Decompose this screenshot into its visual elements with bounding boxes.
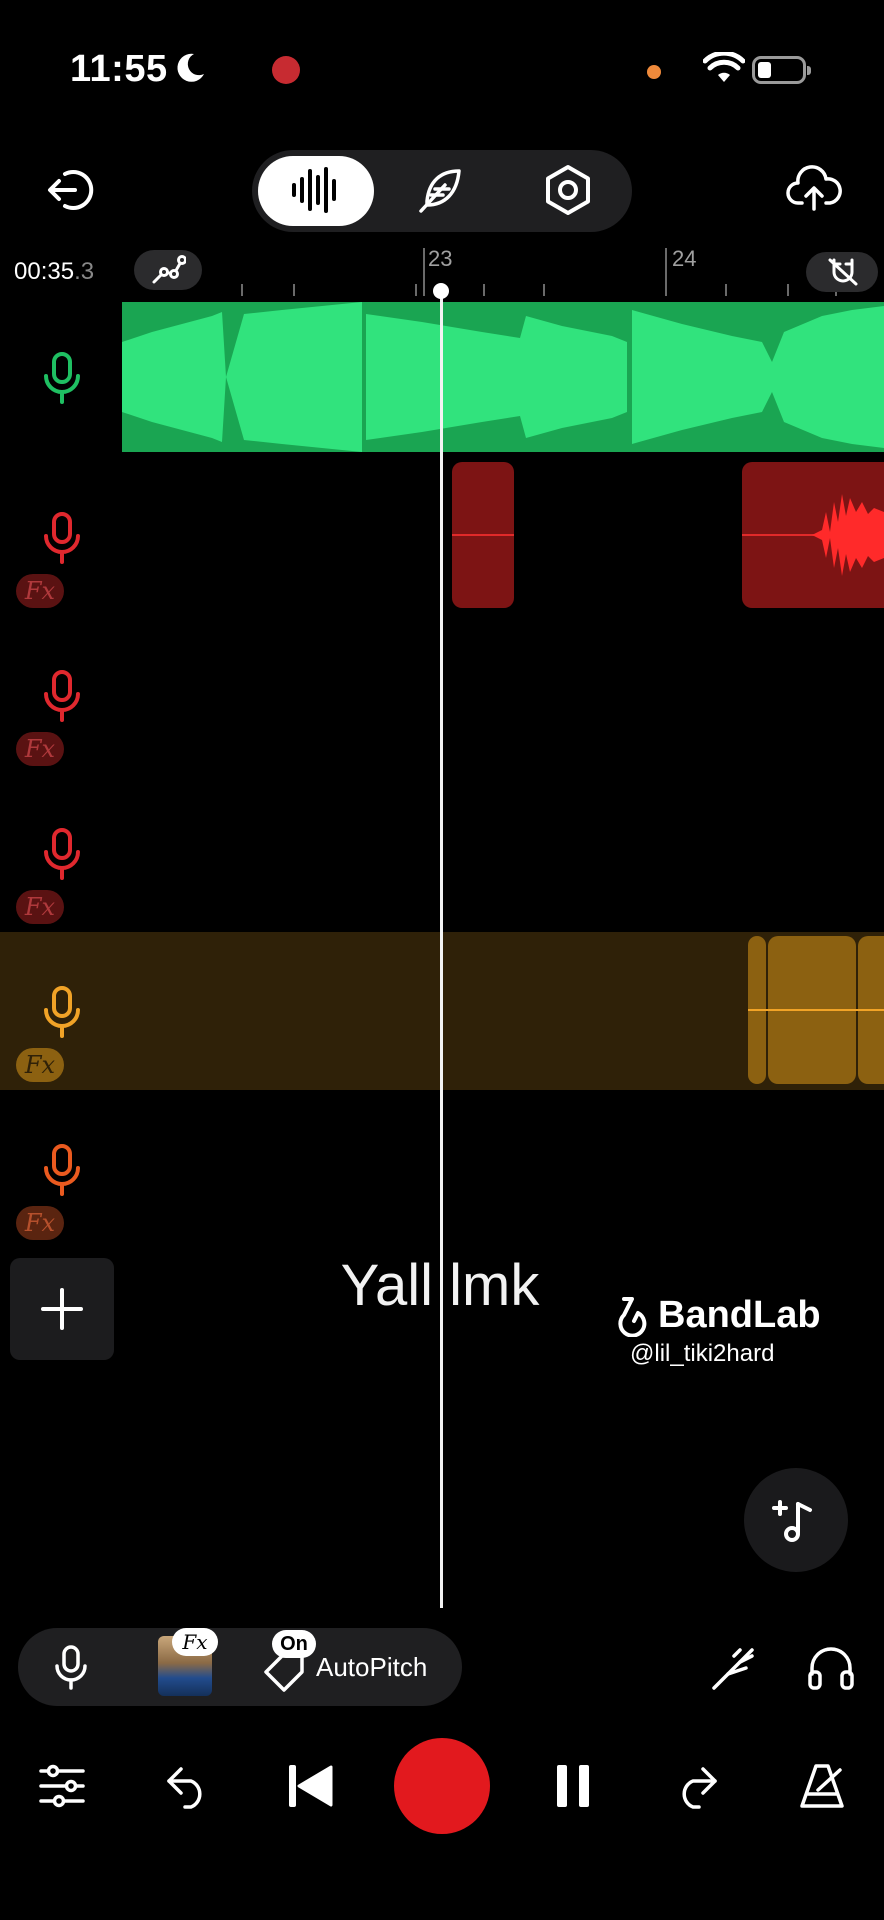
track-2-clip-2-waveform [812,494,884,576]
pause-button[interactable] [544,1756,604,1816]
track-1-waveform [122,302,884,452]
redo-button[interactable] [668,1756,728,1816]
track-6-fx-badge[interactable]: Fx [16,1206,64,1240]
undo-button[interactable] [156,1756,216,1816]
bandlab-wordmark: BandLab [658,1294,821,1336]
track-1-audio-clip[interactable] [122,302,884,452]
bar-number-24: 24 [672,246,697,271]
hexagon-settings-icon[interactable] [538,160,598,220]
pause-icon [557,1765,589,1807]
timecode-fraction: .3 [74,258,95,285]
autopitch-on-badge[interactable]: On [272,1630,316,1658]
track-6-mic-icon[interactable] [38,1142,86,1198]
playhead[interactable] [440,290,443,1608]
add-instrument-button[interactable] [744,1468,848,1572]
lyric-caption: Yall lmk [340,1253,540,1318]
autopitch-label[interactable]: AutoPitch [316,1652,427,1683]
timeline-ruler[interactable] [120,240,884,300]
track-2-audio-clip-2[interactable] [742,462,884,608]
tuning-fork-icon[interactable] [710,1644,758,1692]
track-5-fx-badge[interactable]: Fx [16,1048,64,1082]
track-4-fx-badge[interactable]: Fx [16,890,64,924]
track-4-mic-icon[interactable] [38,826,86,882]
mixer-button[interactable] [32,1756,92,1816]
magnet-off-icon [828,258,858,286]
track-2-audio-clip-1[interactable] [452,462,514,608]
track-2-clip-1-line [452,534,514,536]
track-1-mic-icon[interactable] [38,350,86,406]
bar-number-23: 23 [428,246,453,271]
mixer-icon [39,1764,85,1808]
track-3-mic-icon[interactable] [38,668,86,724]
headphones-icon[interactable] [806,1642,856,1692]
timecode-main: 00:35 [14,258,75,285]
fx-badge-white[interactable]: Fx [172,1628,218,1656]
add-track-button[interactable] [10,1258,114,1360]
exit-icon[interactable] [40,160,100,220]
track-2-mic-icon[interactable] [38,510,86,566]
status-time: 11:55 [70,48,168,90]
autopitch-icon[interactable] [262,1652,308,1692]
track-5-clip-line [748,1009,884,1011]
recording-indicator [272,56,300,84]
cloud-upload-icon[interactable] [784,160,844,220]
skip-back-button[interactable] [280,1756,340,1816]
undo-icon [167,1767,202,1809]
waveform-icon[interactable] [286,160,346,220]
metronome-icon [800,1764,844,1808]
snap-toggle-button[interactable] [806,252,878,292]
redo-icon [682,1767,717,1809]
track-2-fx-badge[interactable]: Fx [16,574,64,608]
add-note-icon [772,1500,812,1542]
timecode: 00:35.3 [14,258,94,286]
status-bar: 11:55 [0,0,884,130]
track-3-fx-badge[interactable]: Fx [16,732,64,766]
skip-back-icon [289,1765,333,1807]
mic-in-use-dot [647,65,661,79]
bandlab-icon [618,1296,647,1337]
record-button[interactable] [394,1738,490,1834]
battery-icon [752,56,811,84]
plus-icon [41,1288,83,1330]
playhead-handle[interactable] [433,283,449,299]
moon-icon [177,53,204,82]
input-mic-icon[interactable] [52,1644,90,1690]
track-5-mic-icon[interactable] [38,984,86,1040]
wifi-icon [703,52,745,82]
feather-icon[interactable] [410,160,470,220]
bandlab-logo: BandLab [608,1294,821,1337]
bandlab-handle: @lil_tiki2hard [630,1340,775,1367]
metronome-button[interactable] [792,1756,852,1816]
